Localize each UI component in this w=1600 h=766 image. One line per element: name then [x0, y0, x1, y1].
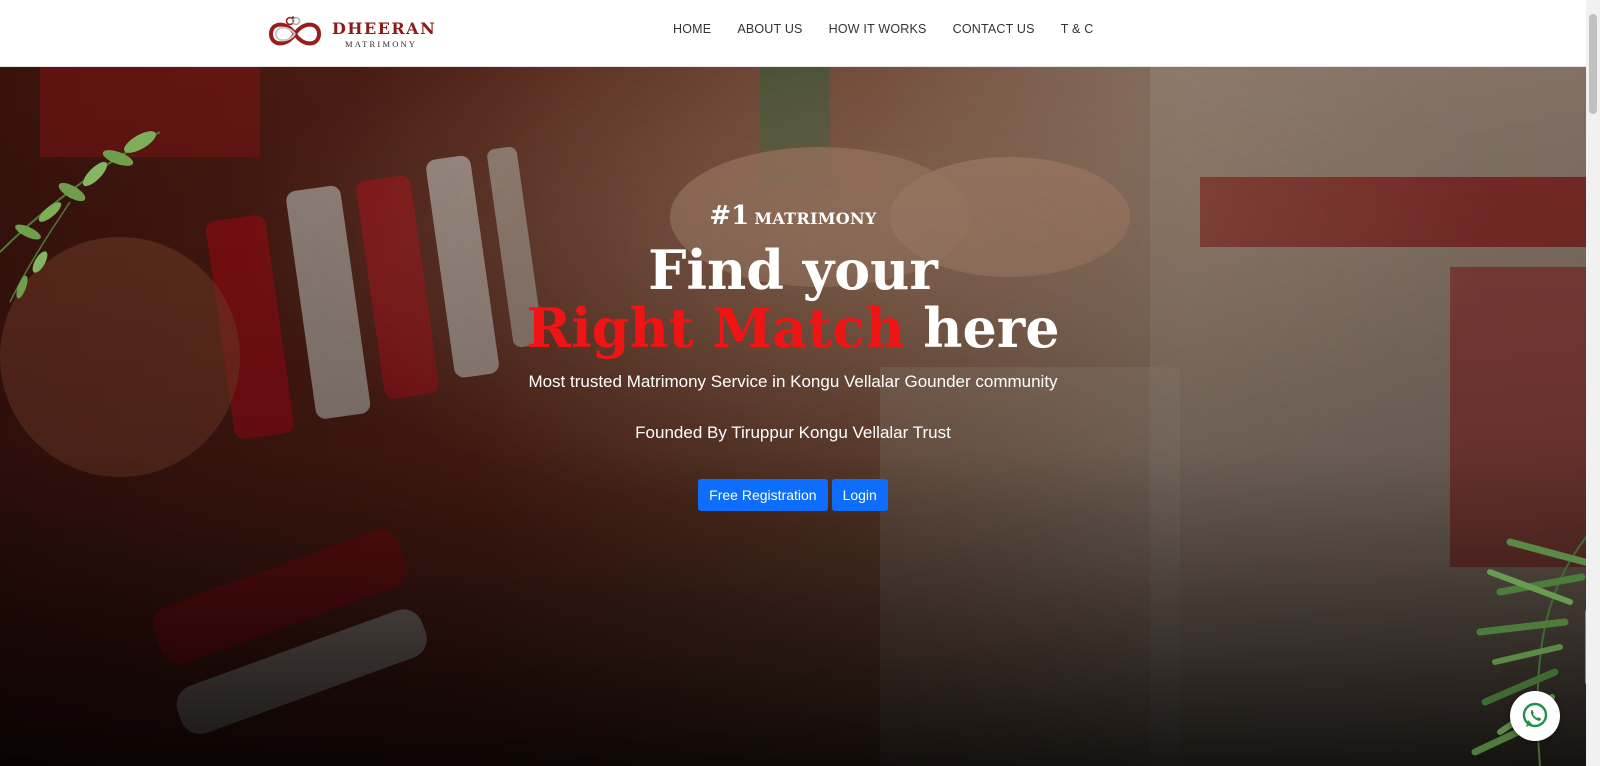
hero-founded-text: Founded By Tiruppur Kongu Vellalar Trust: [635, 423, 951, 442]
page-scrollbar[interactable]: [1586, 0, 1600, 766]
whatsapp-chat-button[interactable]: [1510, 691, 1560, 741]
hero-cta-row: Free Registration Login: [0, 479, 1586, 511]
headline-line-2: Right Match here: [0, 297, 1586, 359]
hero-section: #1 MATRIMONY Find your Right Match here …: [0, 67, 1586, 766]
nav-how-it-works[interactable]: HOW IT WORKS: [829, 22, 927, 36]
main-nav: HOME ABOUT US HOW IT WORKS CONTACT US T …: [673, 22, 1093, 36]
nav-about-us[interactable]: ABOUT US: [737, 22, 802, 36]
headline-line-1: Find your: [648, 238, 938, 302]
brand-title: DHEERAN: [332, 19, 437, 38]
scrollbar-thumb[interactable]: [1589, 14, 1597, 114]
nav-home[interactable]: HOME: [673, 22, 711, 36]
hero-tagline: #1 MATRIMONY: [0, 201, 1586, 231]
tagline-number: #1: [709, 201, 750, 231]
brand-subtitle: MATRIMONY: [345, 39, 418, 49]
nav-terms[interactable]: T & C: [1061, 22, 1094, 36]
hero-content: #1 MATRIMONY Find your Right Match here …: [0, 67, 1586, 766]
infinity-rings-icon: [268, 16, 322, 46]
tagline-text: MATRIMONY: [754, 209, 877, 228]
login-button[interactable]: Login: [831, 479, 888, 511]
site-header: DHEERAN MATRIMONY HOME ABOUT US HOW IT W…: [0, 0, 1586, 67]
headline-rest: here: [923, 296, 1060, 360]
nav-contact-us[interactable]: CONTACT US: [953, 22, 1035, 36]
brand-logo[interactable]: DHEERAN MATRIMONY: [265, 14, 435, 54]
headline-accent: Right Match: [526, 296, 905, 360]
free-registration-button[interactable]: Free Registration: [698, 479, 828, 511]
hero-subtitle: Most trusted Matrimony Service in Kongu …: [528, 372, 1058, 391]
whatsapp-icon: [1522, 702, 1548, 728]
